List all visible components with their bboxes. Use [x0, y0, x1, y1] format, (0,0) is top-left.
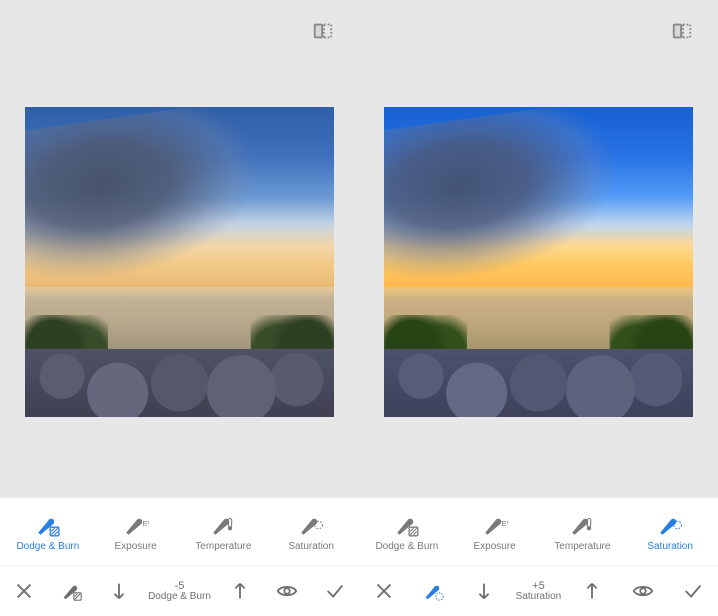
apply-button[interactable]: [674, 580, 712, 602]
toolbar: Dodge & Burn EV Exposure Temperature Sat…: [0, 497, 359, 616]
editor-panel-left: Dodge & Burn EV Exposure Temperature Sat…: [0, 0, 359, 615]
brush-mask-button[interactable]: [53, 580, 91, 602]
tool-label: Exposure: [474, 541, 516, 552]
brush-mask-button[interactable]: [415, 580, 453, 602]
visibility-button[interactable]: [624, 580, 662, 602]
visibility-button[interactable]: [268, 580, 306, 602]
adjustment-value: +5 Saturation: [516, 581, 562, 602]
cancel-button[interactable]: [365, 580, 403, 602]
tool-saturation[interactable]: Saturation: [626, 512, 714, 552]
editor-panel-right: Dodge & Burn EV Exposure Temperature Sat…: [359, 0, 718, 615]
photo-preview[interactable]: [384, 107, 693, 417]
tool-saturation[interactable]: Saturation: [267, 512, 355, 552]
increase-button[interactable]: [573, 580, 611, 602]
increase-button[interactable]: [221, 580, 259, 602]
adjustment-label: Dodge & Burn: [148, 592, 211, 602]
svg-text:EV: EV: [501, 519, 508, 528]
tool-label: Temperature: [195, 541, 251, 552]
svg-text:EV: EV: [142, 519, 149, 528]
cancel-button[interactable]: [5, 580, 43, 602]
compare-icon[interactable]: [671, 20, 693, 42]
decrease-button[interactable]: [100, 580, 138, 602]
toolbar: Dodge & Burn EV Exposure Temperature Sat…: [359, 497, 718, 616]
tool-exposure[interactable]: EV Exposure: [451, 512, 539, 552]
canvas-area: [359, 0, 718, 497]
tool-label: Saturation: [288, 541, 334, 552]
tool-label: Saturation: [647, 541, 693, 552]
photo-preview[interactable]: [25, 107, 334, 417]
tool-exposure[interactable]: EV Exposure: [92, 512, 180, 552]
canvas-area: [0, 0, 359, 497]
tool-label: Dodge & Burn: [375, 541, 438, 552]
tool-temperature[interactable]: Temperature: [180, 512, 268, 552]
tool-label: Temperature: [554, 541, 610, 552]
tool-dodge-burn[interactable]: Dodge & Burn: [4, 512, 92, 552]
decrease-button[interactable]: [465, 580, 503, 602]
tool-label: Dodge & Burn: [16, 541, 79, 552]
adjustment-label: Saturation: [516, 592, 562, 602]
tool-label: Exposure: [115, 541, 157, 552]
tool-temperature[interactable]: Temperature: [539, 512, 627, 552]
adjustment-value: -5 Dodge & Burn: [148, 581, 211, 602]
apply-button[interactable]: [316, 580, 354, 602]
compare-icon[interactable]: [312, 20, 334, 42]
tool-dodge-burn[interactable]: Dodge & Burn: [363, 512, 451, 552]
